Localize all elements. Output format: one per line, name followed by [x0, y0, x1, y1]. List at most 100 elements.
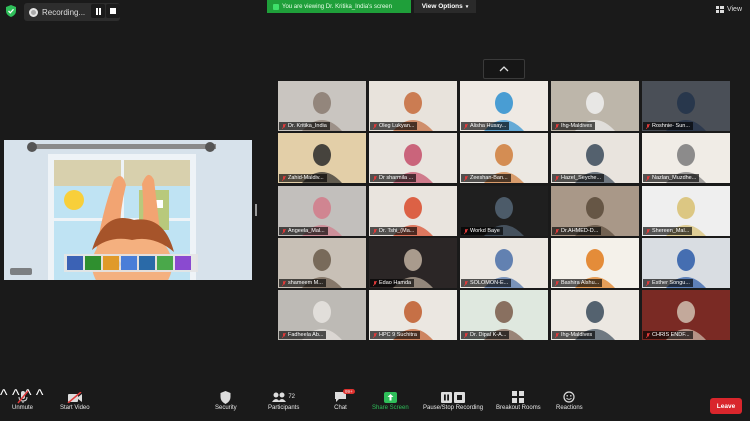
participant-tile[interactable]: shameem M...	[278, 238, 366, 288]
participant-tile[interactable]: Hazel_Seyche...	[551, 133, 639, 183]
participant-tile[interactable]: Ihg-Maldives	[551, 290, 639, 340]
participant-name: Ihg-Maldives	[561, 332, 593, 338]
share-indicator-icon	[273, 3, 279, 10]
video-off-icon	[67, 391, 82, 403]
participant-name: Angeela_Mal...	[288, 228, 325, 234]
pause-recording-button[interactable]	[91, 4, 105, 18]
participants-button[interactable]: 72 Participants	[268, 389, 299, 411]
stop-icon	[110, 8, 116, 14]
shield-icon	[220, 390, 231, 404]
participant-name-label: HPC 9 Suchitra	[370, 331, 420, 339]
muted-mic-icon	[646, 123, 650, 129]
grid-view-icon	[715, 6, 724, 13]
participant-tile[interactable]: Dr. Kritika_India	[278, 81, 366, 131]
muted-mic-icon	[373, 123, 377, 129]
muted-mic-icon	[373, 280, 377, 286]
muted-mic-icon	[282, 123, 286, 129]
shared-screen	[4, 140, 252, 280]
participant-name-label: shameem M...	[279, 279, 326, 287]
participant-tile[interactable]: Roshnie- Sun...	[642, 81, 730, 131]
breakout-rooms-label: Breakout Rooms	[496, 405, 541, 411]
stop-recording-button[interactable]	[106, 4, 120, 18]
participant-tile[interactable]: Esther Songu...	[642, 238, 730, 288]
participant-name: Dr sharmila ...	[379, 175, 414, 181]
participant-name-label: Dr. Tshi_(Ma...	[370, 227, 418, 235]
participant-name-label: Alisha Husay...	[461, 122, 510, 130]
participant-tile[interactable]: Ihg-Maldives	[551, 81, 639, 131]
participant-tile[interactable]: CHRIS ENDF...	[642, 290, 730, 340]
participant-name: HPC 9 Suchitra	[379, 332, 417, 338]
panel-resize-handle[interactable]	[255, 204, 257, 216]
participant-name: Dr. Dipal K-A...	[470, 332, 507, 338]
breakout-rooms-button[interactable]: Breakout Rooms	[496, 389, 541, 411]
participant-tile[interactable]: Nazlan_Muzdhe...	[642, 133, 730, 183]
participant-name-label: Ihg-Maldives	[552, 122, 596, 130]
participant-tile[interactable]: Workd Baye	[460, 186, 548, 236]
muted-mic-icon	[282, 332, 286, 338]
leave-button[interactable]: Leave	[710, 398, 742, 414]
participant-tile[interactable]: Edao Hamda	[369, 238, 457, 288]
participant-tile[interactable]: HPC 9 Suchitra	[369, 290, 457, 340]
participant-tile[interactable]: Oleg Lukyan...	[369, 81, 457, 131]
muted-mic-icon	[373, 175, 377, 181]
gallery-scroll-up-button[interactable]	[483, 59, 525, 79]
share-options-caret-icon[interactable]: ^	[36, 387, 44, 404]
muted-mic-icon	[555, 228, 559, 234]
banner-text: You are viewing Dr. Kritika_India's scre…	[282, 3, 392, 10]
audio-options-caret-icon[interactable]: ^	[0, 387, 8, 404]
security-label: Security	[215, 405, 237, 411]
pause-recording-label: Pause/Stop Recording	[423, 405, 484, 411]
unmute-button[interactable]: Unmute	[12, 389, 33, 411]
participant-name: CHRIS ENDF...	[652, 332, 690, 338]
participant-name-label: Edao Hamda	[370, 279, 415, 287]
participant-name-label: Bashira Alshu...	[552, 279, 603, 287]
participant-tile[interactable]: Dr.AHMED-D...	[551, 186, 639, 236]
chevron-up-icon	[499, 66, 509, 72]
participant-name: shameem M...	[288, 280, 323, 286]
cartoon-illustration	[4, 140, 252, 280]
share-screen-icon	[383, 391, 397, 403]
participant-name: Bashira Alshu...	[561, 280, 600, 286]
participant-tile[interactable]: Dr. Tshi_(Ma...	[369, 186, 457, 236]
view-options-label: View Options	[421, 3, 463, 10]
participant-tile[interactable]: Shereen_Mal...	[642, 186, 730, 236]
muted-mic-icon	[555, 280, 559, 286]
participant-tile[interactable]: Zahid-Maldiv...	[278, 133, 366, 183]
participant-name-label: Esther Songu...	[643, 279, 693, 287]
reactions-button[interactable]: Reactions	[556, 389, 583, 411]
participant-name: Ihg-Maldives	[561, 123, 593, 129]
share-screen-button[interactable]: Share Screen	[372, 389, 409, 411]
participant-tile[interactable]: SOLOMON-E...	[460, 238, 548, 288]
muted-mic-icon	[373, 228, 377, 234]
unmute-label: Unmute	[12, 405, 34, 411]
participant-tile[interactable]: Dr sharmila ...	[369, 133, 457, 183]
participant-name: Dr. Tshi_(Ma...	[379, 228, 415, 234]
participant-name: Roshnie- Sun...	[652, 123, 690, 129]
participant-tile[interactable]: Bashira Alshu...	[551, 238, 639, 288]
chevron-down-icon: ▾	[465, 3, 469, 10]
start-video-button[interactable]: Start Video	[60, 389, 90, 411]
share-screen-label: Share Screen	[372, 405, 409, 411]
security-button[interactable]: Security	[215, 389, 237, 411]
participant-tile[interactable]: Alisha Husay...	[460, 81, 548, 131]
participant-tile[interactable]: Fadheela Ab...	[278, 290, 366, 340]
participant-name-label: Roshnie- Sun...	[643, 122, 693, 130]
participant-tile[interactable]: Angeela_Mal...	[278, 186, 366, 236]
pause-icon	[441, 391, 453, 403]
view-button[interactable]: View	[715, 6, 742, 13]
muted-mic-icon	[282, 228, 286, 234]
chat-label: Chat	[334, 405, 347, 411]
view-options-button[interactable]: View Options ▾	[414, 0, 476, 13]
participant-name-label: Workd Baye	[461, 227, 503, 235]
participant-tile[interactable]: Zeeshan-Ban...	[460, 133, 548, 183]
stop-icon	[454, 391, 466, 403]
pause-stop-recording-button[interactable]: Pause/Stop Recording	[423, 389, 483, 411]
participant-count: 72	[288, 394, 296, 400]
screen-share-banner: You are viewing Dr. Kritika_India's scre…	[267, 0, 411, 13]
view-label: View	[726, 6, 742, 13]
participant-tile[interactable]: Dr. Dipal K-A...	[460, 290, 548, 340]
chat-button[interactable]: 99+ Chat	[334, 389, 355, 411]
participant-name: Oleg Lukyan...	[379, 123, 415, 129]
participant-name-label: SOLOMON-E...	[461, 279, 512, 287]
participant-name: SOLOMON-E...	[470, 280, 509, 286]
